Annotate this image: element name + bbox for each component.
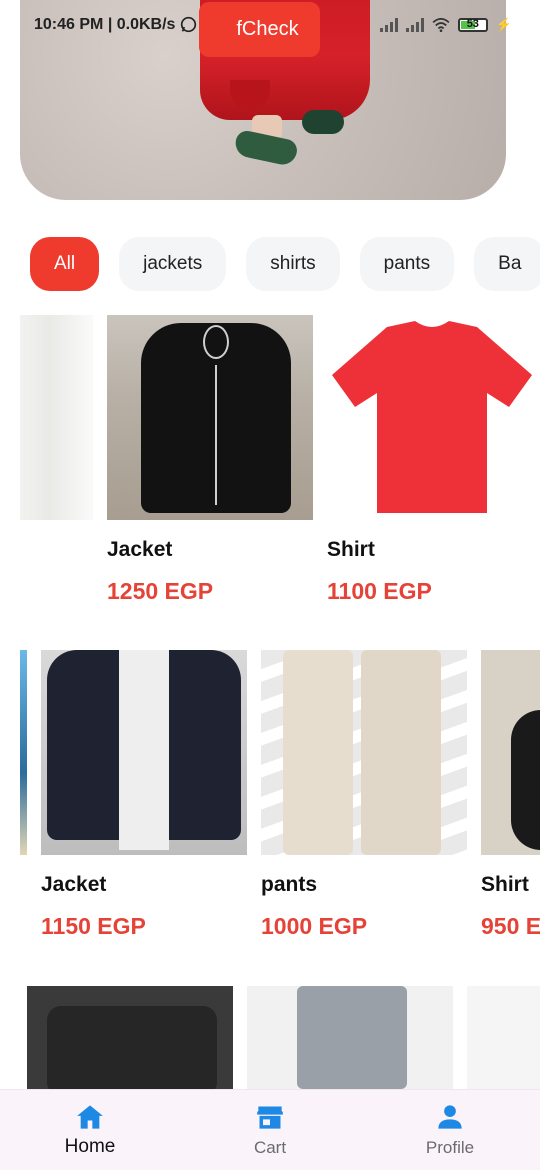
nav-cart[interactable]: Cart (210, 1090, 330, 1170)
product-image (481, 650, 540, 855)
product-name: Shirt (327, 538, 375, 561)
product-image (247, 986, 453, 1089)
product-image (41, 650, 247, 855)
product-image (261, 650, 467, 855)
product-card[interactable]: Jacket 1150 EGP (41, 650, 251, 950)
category-chip-jackets[interactable]: jackets (119, 237, 227, 291)
signal-icon (379, 18, 398, 32)
product-row: Jacket 1150 EGP pants 1000 EGP Shirt 950… (0, 650, 540, 950)
red-shirt-image (332, 321, 532, 513)
product-card[interactable] (247, 986, 453, 1089)
product-name: Jacket (41, 873, 107, 896)
home-icon (77, 1105, 103, 1129)
product-image (467, 986, 540, 1089)
product-card[interactable] (467, 986, 540, 1089)
product-image (20, 315, 93, 520)
person-icon (438, 1105, 462, 1129)
product-price: 1100 EGP (327, 578, 432, 604)
product-card[interactable]: Jacket 1250 EGP (107, 315, 317, 615)
category-chip-shirts[interactable]: shirts (246, 237, 340, 291)
product-name: Shirt (481, 873, 529, 896)
product-price: 1150 EGP (41, 913, 146, 939)
nav-label: Home (64, 1136, 116, 1157)
product-card[interactable]: Shirt 1100 EGP (327, 315, 540, 615)
product-card[interactable]: Shirt 950 EGP (481, 650, 540, 950)
nav-profile[interactable]: Profile (390, 1090, 510, 1170)
battery-level: 53 (466, 18, 479, 30)
store-icon (257, 1106, 283, 1129)
product-name: Jacket (107, 538, 173, 561)
battery-icon: 53 (457, 18, 488, 32)
check-button-label: Check (241, 18, 299, 40)
product-name: pants (261, 873, 318, 896)
nav-home[interactable]: Home (30, 1090, 150, 1170)
charging-icon: ⚡ (495, 17, 512, 32)
product-image (107, 315, 313, 520)
wifi-icon (432, 18, 450, 32)
signal-icon (405, 18, 424, 32)
product-price: 1250 EGP (107, 578, 214, 604)
category-chips: All jackets shirts pants Ba (30, 237, 540, 291)
product-price: 1000 EGP (261, 913, 368, 939)
product-image (20, 650, 27, 855)
product-card[interactable]: pants 1000 EGP (261, 650, 471, 950)
product-card[interactable] (0, 315, 100, 575)
bottom-nav: Home Cart Profile (0, 1089, 540, 1170)
nav-label: Cart (253, 1138, 287, 1157)
product-image (27, 986, 233, 1089)
category-chip-partial[interactable]: Ba (474, 237, 540, 291)
status-icons: 53 ⚡ (379, 16, 512, 34)
category-chip-all[interactable]: All (30, 237, 100, 291)
check-button[interactable]: f Check (199, 2, 320, 57)
product-price: 950 EGP (481, 913, 540, 939)
hero-shoe-image (232, 128, 300, 168)
product-row (0, 986, 540, 1089)
product-row: Jacket 1250 EGP Shirt 1100 EGP (0, 315, 540, 615)
product-image (327, 315, 537, 520)
nav-label: Profile (425, 1138, 475, 1157)
product-card[interactable] (27, 986, 233, 1089)
whatsapp-icon (180, 16, 197, 33)
status-time: 10:46 PM | 0.0KB/s (34, 16, 176, 33)
hero-shoe-image (302, 110, 344, 134)
category-chip-pants[interactable]: pants (359, 237, 455, 291)
product-card[interactable] (0, 650, 30, 860)
